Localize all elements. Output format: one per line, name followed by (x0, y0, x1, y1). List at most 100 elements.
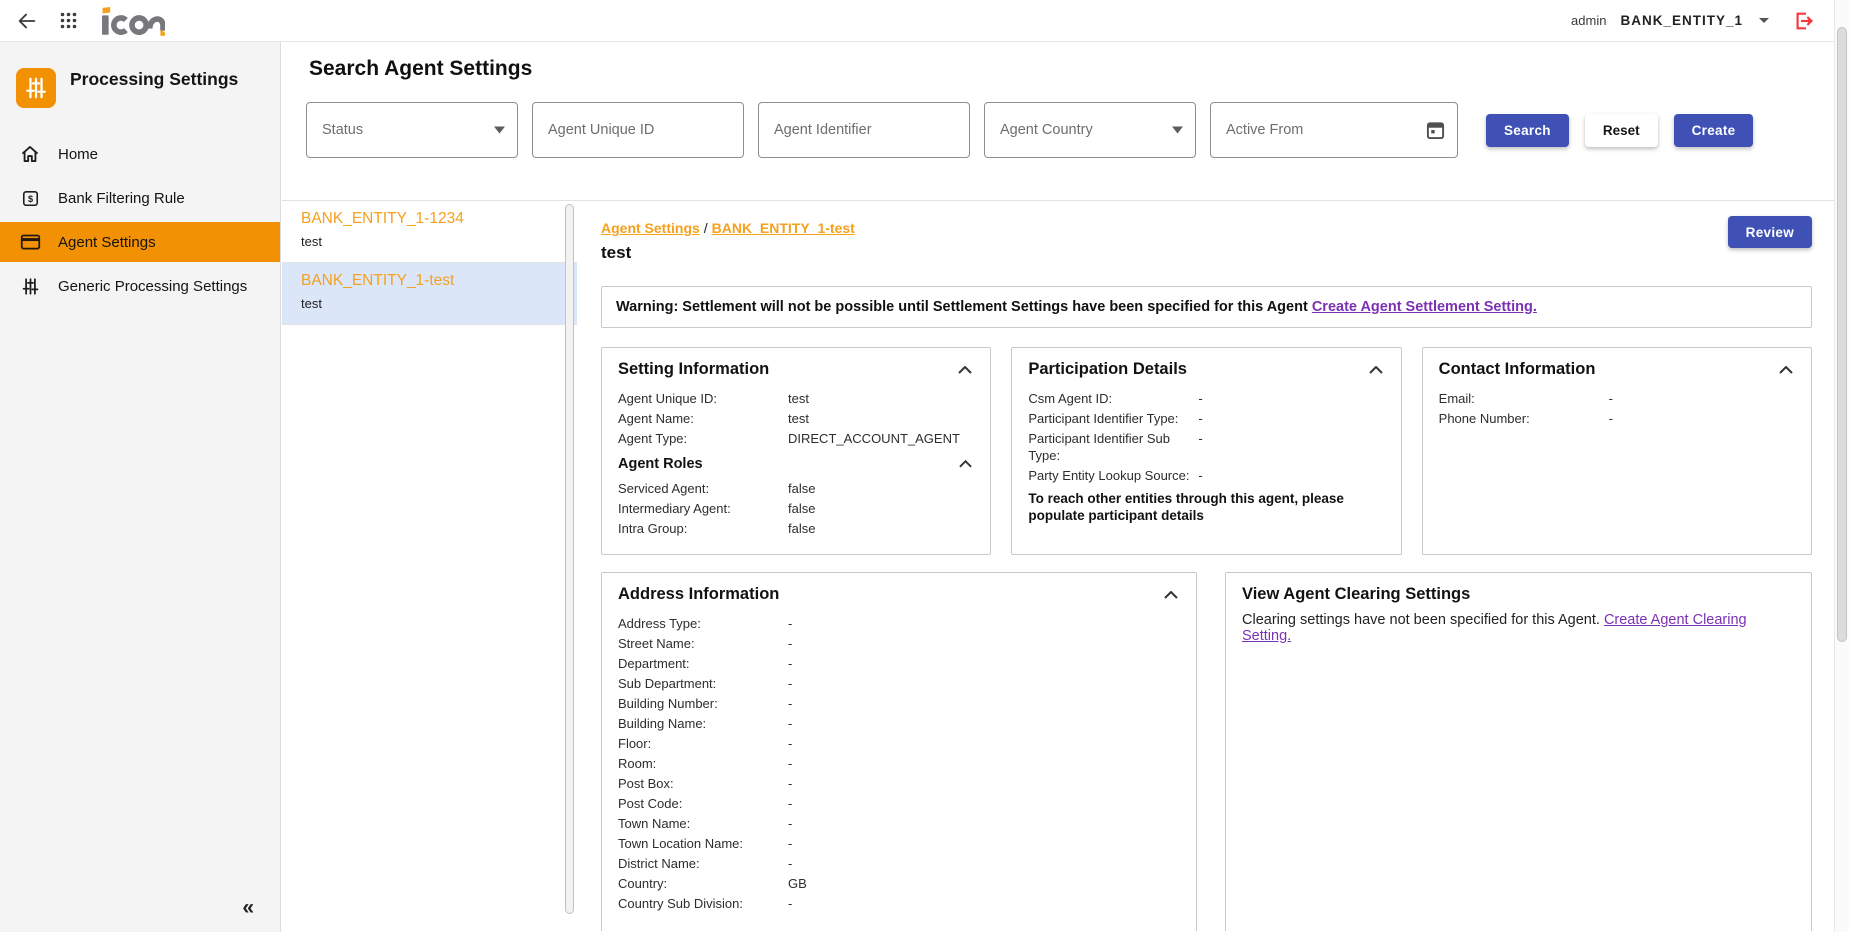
breadcrumb: Agent Settings/BANK_ENTITY_1-test (601, 220, 1812, 236)
participation-details-card: Participation Details Csm Agent ID: - (1011, 347, 1401, 555)
detail-title: test (601, 243, 1812, 263)
collapse-chevron-icon[interactable] (1367, 364, 1385, 376)
sidebar-item-agent-settings[interactable]: Agent Settings (0, 222, 280, 262)
field-value: - (788, 835, 1180, 852)
field-label: Room: (618, 755, 788, 772)
field-label: Post Code: (618, 795, 788, 812)
agent-list-panel: BANK_ENTITY_1-1234 test BANK_ENTITY_1-te… (282, 201, 577, 931)
collapse-chevron-icon[interactable] (956, 364, 974, 376)
field-value: false (788, 520, 974, 537)
card-title: Address Information (618, 585, 779, 604)
field-value: - (788, 775, 1180, 792)
field-row: Town Name: - (618, 815, 1180, 832)
logout-button[interactable] (1793, 10, 1815, 32)
list-item-selected[interactable]: BANK_ENTITY_1-test test (282, 263, 577, 325)
field-label: Intermediary Agent: (618, 500, 788, 517)
apps-grid-button[interactable] (60, 12, 77, 29)
entity-selector[interactable]: BANK_ENTITY_1 (1620, 13, 1743, 28)
sidebar-item-home[interactable]: Home (0, 134, 280, 174)
field-label: Address Type: (618, 615, 788, 632)
dropdown-arrow-icon[interactable] (494, 127, 505, 134)
list-item-title: BANK_ENTITY_1-test (301, 272, 551, 290)
field-row: Csm Agent ID: - (1028, 390, 1384, 407)
collapse-chevron-icon[interactable] (1162, 589, 1180, 601)
field-row: District Name: - (618, 855, 1180, 872)
home-icon (19, 144, 41, 164)
agent-identifier-input[interactable]: Agent Identifier (758, 102, 970, 158)
setting-information-card: Setting Information Agent Unique ID: tes… (601, 347, 991, 555)
card-title: Setting Information (618, 360, 769, 379)
create-button[interactable]: Create (1674, 114, 1754, 147)
create-settlement-setting-link[interactable]: Create Agent Settlement Setting. (1312, 299, 1537, 315)
field-value: - (788, 655, 1180, 672)
sidebar-item-label: Generic Processing Settings (58, 278, 247, 295)
field-label: Intra Group: (618, 520, 788, 537)
page-scrollbar[interactable] (1834, 0, 1849, 932)
field-value: - (1609, 410, 1795, 427)
dropdown-arrow-icon[interactable] (1172, 127, 1183, 134)
status-select[interactable]: Status (306, 102, 518, 158)
field-label: Csm Agent ID: (1028, 390, 1198, 407)
breadcrumb-link-agent-settings[interactable]: Agent Settings (601, 220, 700, 236)
chevron-down-icon[interactable] (1759, 18, 1769, 23)
field-row: Email: - (1439, 390, 1795, 407)
list-item-subtitle: test (301, 296, 551, 311)
list-item-subtitle: test (301, 234, 551, 249)
field-value: - (1198, 467, 1384, 484)
sidebar-header: Processing Settings (0, 42, 280, 108)
cards-row-2: Address Information Address Type: - (601, 572, 1812, 931)
agent-detail-panel: Agent Settings/BANK_ENTITY_1-test test R… (577, 201, 1834, 931)
address-information-card: Address Information Address Type: - (601, 572, 1197, 931)
page-title: Search Agent Settings (309, 57, 532, 81)
field-label: Department: (618, 655, 788, 672)
reset-button[interactable]: Reset (1585, 114, 1658, 147)
search-filters: Status Agent Unique ID Agent Identifier … (306, 102, 1753, 158)
setting-information-rows: Agent Unique ID: test Agent Name: test A… (618, 390, 974, 447)
sidebar-item-bank-filtering-rule[interactable]: $ Bank Filtering Rule (0, 178, 280, 218)
active-from-date-input[interactable]: Active From (1210, 102, 1458, 158)
bank-filtering-rule-icon: $ (19, 189, 41, 208)
field-label: Country: (618, 875, 788, 892)
field-value: - (788, 815, 1180, 832)
list-item[interactable]: BANK_ENTITY_1-1234 test (282, 201, 577, 263)
agent-identifier-placeholder: Agent Identifier (774, 122, 872, 138)
page-scrollbar-thumb[interactable] (1837, 27, 1847, 642)
field-row: Post Code: - (618, 795, 1180, 812)
field-row: Town Location Name: - (618, 835, 1180, 852)
agent-roles-rows: Serviced Agent: false Intermediary Agent… (618, 480, 974, 537)
collapse-chevron-icon[interactable] (1777, 364, 1795, 376)
search-button[interactable]: Search (1486, 114, 1569, 147)
clearing-text: Clearing settings have not been specifie… (1242, 612, 1600, 628)
collapse-chevron-icon[interactable] (957, 458, 974, 470)
breadcrumb-link-current[interactable]: BANK_ENTITY_1-test (712, 220, 855, 236)
field-row: Agent Type: DIRECT_ACCOUNT_AGENT (618, 430, 974, 447)
review-button[interactable]: Review (1728, 216, 1812, 248)
field-row: Participant Identifier Sub Type: - (1028, 430, 1384, 464)
cards-row-1: Setting Information Agent Unique ID: tes… (601, 347, 1812, 555)
sidebar-collapse-button[interactable]: « (242, 897, 254, 918)
results-area: BANK_ENTITY_1-1234 test BANK_ENTITY_1-te… (282, 201, 1834, 931)
field-value: - (1198, 430, 1384, 447)
field-row: Party Entity Lookup Source: - (1028, 467, 1384, 484)
back-button[interactable] (16, 10, 38, 32)
sidebar-item-label: Home (58, 146, 98, 163)
field-row: Intra Group: false (618, 520, 974, 537)
sidebar-item-generic-processing-settings[interactable]: Generic Processing Settings (0, 266, 280, 306)
field-value: - (788, 715, 1180, 732)
admin-label: admin (1571, 13, 1606, 28)
field-value: GB (788, 875, 1180, 892)
field-label: Building Number: (618, 695, 788, 712)
field-row: Street Name: - (618, 635, 1180, 652)
field-row: Building Name: - (618, 715, 1180, 732)
field-label: Post Box: (618, 775, 788, 792)
processing-settings-icon (16, 68, 56, 108)
field-value: test (788, 390, 974, 407)
warning-text: Warning: Settlement will not be possible… (616, 299, 1308, 315)
agent-unique-id-placeholder: Agent Unique ID (548, 122, 654, 138)
agent-country-select[interactable]: Agent Country (984, 102, 1196, 158)
agent-roles-title: Agent Roles (618, 456, 703, 472)
field-row: Building Number: - (618, 695, 1180, 712)
calendar-icon[interactable] (1426, 120, 1445, 140)
list-scrollbar-thumb[interactable] (565, 204, 574, 914)
agent-unique-id-input[interactable]: Agent Unique ID (532, 102, 744, 158)
